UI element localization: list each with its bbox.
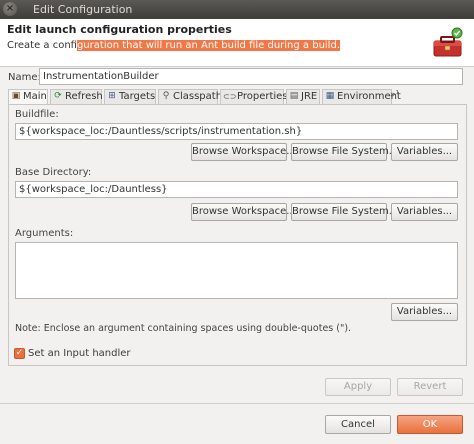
ok-button[interactable]: OK [397, 415, 463, 434]
name-input[interactable]: InstrumentationBuilder [39, 68, 463, 85]
tab-classpath[interactable]: ⚲ Classpath [158, 89, 222, 104]
buildfile-browse-workspace-button[interactable]: Browse Workspace... [191, 143, 296, 161]
tab-jre[interactable]: ▤ JRE [286, 89, 320, 104]
refresh-icon: ⟳ [54, 91, 62, 101]
dialog-title: Edit launch configuration properties [7, 23, 232, 36]
toolbox-icon [433, 27, 463, 57]
footer-separator [0, 403, 474, 404]
properties-icon: ⊂⊃ [223, 92, 237, 101]
main-tab-panel: Buildfile: ${workspace_loc:/Dauntless/sc… [8, 104, 467, 366]
tab-label: Main [23, 91, 47, 102]
buildfile-input[interactable]: ${workspace_loc:/Dauntless/scripts/instr… [15, 123, 458, 140]
environment-icon: ▦ [325, 91, 335, 101]
description-text: Create a confi [7, 40, 77, 51]
dialog-description: Create a configuration that will run an … [7, 40, 340, 51]
base-directory-input[interactable]: ${workspace_loc:/Dauntless} [15, 181, 458, 198]
tab-environment[interactable]: ▦ Environment [322, 89, 401, 104]
window-title: Edit Configuration [33, 3, 133, 16]
tab-properties[interactable]: ⊂⊃ Properties [220, 89, 288, 104]
tab-targets[interactable]: ⊞ Targets [104, 89, 156, 104]
tab-label: Targets [119, 91, 156, 102]
buildfile-label: Buildfile: [15, 109, 59, 120]
arguments-label: Arguments: [15, 228, 74, 239]
tab-overflow-button[interactable]: »¹ [390, 90, 399, 100]
tab-refresh[interactable]: ⟳ Refresh [50, 89, 103, 104]
tab-label: Classpath [173, 91, 223, 102]
revert-button[interactable]: Revert [397, 378, 463, 396]
basedir-browse-workspace-button[interactable]: Browse Workspace... [191, 203, 296, 221]
tab-main[interactable]: ▣ Main [8, 89, 48, 105]
basedir-browse-filesystem-button[interactable]: Browse File System... [291, 203, 398, 221]
targets-icon: ⊞ [108, 91, 116, 101]
ant-icon: ▣ [11, 91, 21, 101]
basedir-variables-button[interactable]: Variables... [391, 203, 458, 221]
arguments-textarea[interactable] [15, 242, 458, 299]
title-bar: × Edit Configuration [0, 0, 474, 19]
base-directory-label: Base Directory: [15, 167, 92, 178]
name-label: Name: [8, 72, 41, 83]
tab-label: Refresh [65, 91, 103, 102]
tab-label: JRE [301, 91, 318, 102]
apply-button[interactable]: Apply [325, 378, 391, 396]
window-close-icon[interactable]: × [3, 2, 17, 16]
cancel-button[interactable]: Cancel [325, 415, 391, 434]
dialog-header: Edit launch configuration properties Cre… [0, 19, 474, 67]
tab-label: Properties [237, 91, 288, 102]
jre-icon: ▤ [289, 91, 299, 101]
classpath-icon: ⚲ [162, 91, 170, 101]
input-handler-checkbox[interactable]: ✓ [14, 348, 25, 359]
arguments-variables-button[interactable]: Variables... [391, 303, 458, 321]
buildfile-browse-filesystem-button[interactable]: Browse File System... [291, 143, 398, 161]
buildfile-variables-button[interactable]: Variables... [391, 143, 458, 161]
input-handler-label: Set an Input handler [28, 348, 131, 359]
arguments-note: Note: Enclose an argument containing spa… [15, 323, 352, 334]
description-selected-text: guration that will run an Ant build file… [76, 40, 340, 51]
